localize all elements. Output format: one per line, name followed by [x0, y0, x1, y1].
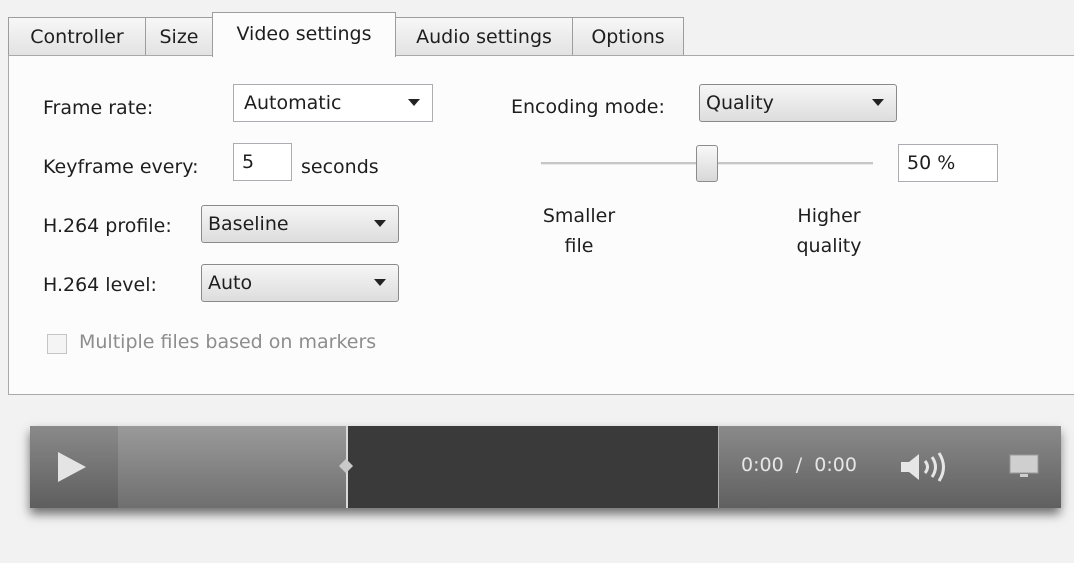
tab-audio-settings[interactable]: Audio settings	[395, 17, 573, 56]
slider-max-caption-line2: quality	[796, 235, 862, 257]
time-display: 0:00 / 0:00	[741, 454, 857, 476]
time-separator: /	[795, 454, 803, 476]
tab-video-settings-label: Video settings	[236, 23, 372, 45]
encoding-mode-value: Quality	[706, 92, 774, 114]
h264-profile-label: H.264 profile:	[43, 215, 172, 237]
play-icon	[58, 452, 86, 482]
player-controls-right: 0:00 / 0:00	[718, 426, 1061, 508]
tab-controller[interactable]: Controller	[8, 17, 146, 56]
slider-max-caption: Higher quality	[779, 201, 879, 261]
slider-min-caption: Smaller file	[529, 201, 629, 261]
h264-level-label: H.264 level:	[43, 274, 157, 296]
quality-percent-value: 50 %	[907, 152, 956, 174]
tab-size[interactable]: Size	[145, 17, 213, 56]
multiple-files-checkbox[interactable]	[47, 334, 67, 354]
video-settings-panel: Frame rate: Automatic Keyframe every: 5 …	[8, 55, 1074, 395]
chevron-down-icon	[374, 220, 386, 227]
quality-percent-input[interactable]: 50 %	[898, 144, 998, 182]
tab-audio-settings-label: Audio settings	[416, 26, 552, 48]
seek-bar[interactable]	[118, 426, 718, 508]
tab-video-settings[interactable]: Video settings	[212, 12, 396, 57]
keyframe-unit-label: seconds	[301, 156, 379, 178]
slider-min-caption-line2: file	[564, 235, 594, 257]
h264-level-value: Auto	[208, 272, 253, 294]
slider-min-caption-line1: Smaller	[542, 205, 616, 227]
multiple-files-label: Multiple files based on markers	[79, 331, 377, 353]
fullscreen-icon[interactable]	[1009, 454, 1039, 478]
keyframe-input[interactable]: 5	[233, 143, 292, 181]
encoding-mode-dropdown[interactable]: Quality	[699, 84, 897, 122]
slider-max-caption-line1: Higher	[797, 205, 861, 227]
media-player: 0:00 / 0:00	[30, 426, 1061, 508]
time-current: 0:00	[741, 454, 784, 476]
keyframe-value: 5	[242, 151, 255, 173]
play-button[interactable]	[30, 426, 118, 508]
h264-profile-value: Baseline	[208, 213, 289, 235]
volume-icon[interactable]	[899, 450, 959, 484]
seek-progress	[118, 426, 348, 508]
time-total: 0:00	[814, 454, 857, 476]
tab-options-label: Options	[591, 26, 665, 48]
h264-level-dropdown[interactable]: Auto	[201, 264, 399, 302]
chevron-down-icon	[374, 279, 386, 286]
keyframe-label: Keyframe every:	[43, 156, 199, 178]
encoding-mode-label: Encoding mode:	[511, 96, 665, 118]
chevron-down-icon	[408, 99, 420, 106]
h264-profile-dropdown[interactable]: Baseline	[201, 205, 399, 243]
frame-rate-label: Frame rate:	[43, 97, 154, 119]
frame-rate-dropdown[interactable]: Automatic	[233, 84, 433, 122]
chevron-down-icon	[872, 99, 884, 106]
tab-options[interactable]: Options	[572, 17, 684, 56]
frame-rate-value: Automatic	[244, 92, 342, 114]
tab-size-label: Size	[159, 26, 199, 48]
tab-controller-label: Controller	[30, 26, 124, 48]
quality-slider-thumb[interactable]	[696, 145, 718, 182]
